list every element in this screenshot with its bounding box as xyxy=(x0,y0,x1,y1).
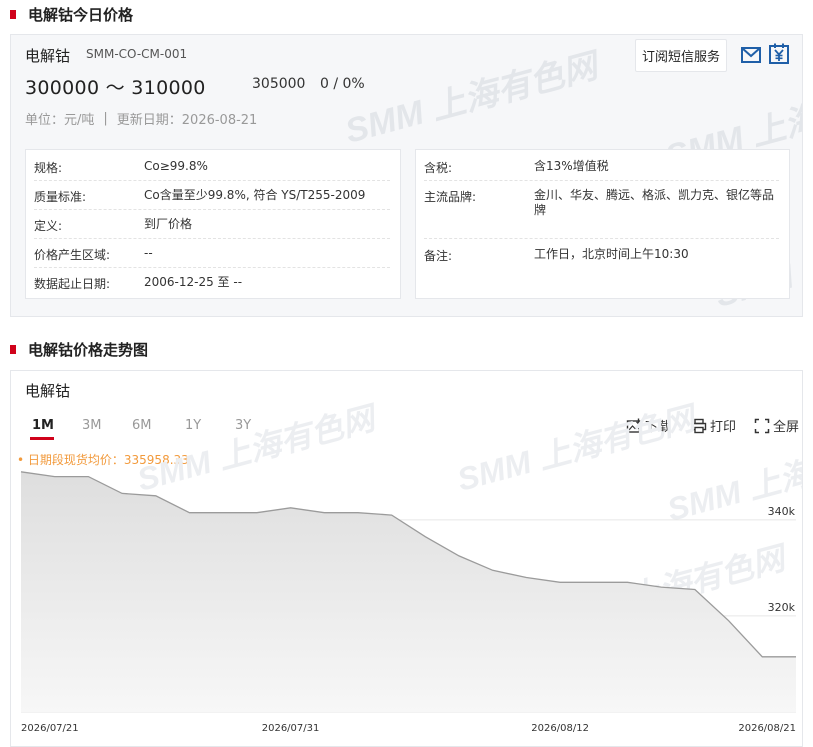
data-point xyxy=(323,511,325,513)
spec-value: 2006-12-25 至 -- xyxy=(144,275,243,289)
spec-key: 主流品牌: xyxy=(424,190,477,204)
data-point xyxy=(795,656,797,658)
row-divider xyxy=(34,238,390,239)
spec-value: Co含量至少99.8%, 符合 YS/T255-2009 xyxy=(144,188,366,202)
spec-box-left: 规格: Co≥99.8% 质量标准: Co含量至少99.8%, 符合 YS/T2… xyxy=(25,149,401,299)
row-divider xyxy=(34,209,390,210)
product-name: 电解钴 xyxy=(25,47,71,65)
spec-row: 主流品牌: 金川、华友、腾远、格派、凯力克、银亿等品牌 xyxy=(424,188,779,218)
data-point xyxy=(492,569,494,571)
price-panel: SMM 上海有色网 SMM 上海有色网 SMM 上海有色网 电解钴 SMM-CO… xyxy=(10,34,803,317)
spec-row: 价格产生区域: -- xyxy=(34,246,390,263)
subscribe-sms-label: 订阅短信服务 xyxy=(642,50,721,65)
product-code: SMM-CO-CM-001 xyxy=(86,47,188,61)
data-point xyxy=(87,475,89,477)
data-point xyxy=(694,588,696,590)
data-point xyxy=(256,511,258,513)
data-point xyxy=(525,576,527,578)
unit-label: 单位：元/吨 xyxy=(25,113,95,128)
spec-value: 含13%增值税 xyxy=(534,159,609,173)
data-point xyxy=(660,586,662,588)
data-point xyxy=(458,555,460,557)
average-price: 305000 xyxy=(252,76,306,92)
watermark: SMM 上海有色网 xyxy=(341,47,602,151)
spec-key: 价格产生区域: xyxy=(34,248,111,262)
data-point xyxy=(390,514,392,516)
data-point xyxy=(424,535,426,537)
row-divider xyxy=(424,238,779,239)
spec-key: 定义: xyxy=(34,219,63,233)
spec-row: 含税: 含13%增值税 xyxy=(424,159,779,176)
data-point xyxy=(727,620,729,622)
row-divider xyxy=(34,267,390,268)
data-point xyxy=(20,471,22,473)
price-range: 300000 ～ 310000 xyxy=(25,77,206,99)
spec-key: 含税: xyxy=(424,161,453,175)
meta-separator: | xyxy=(103,111,108,126)
section-title-trend: 电解钴价格走势图 xyxy=(10,336,148,362)
mail-icon[interactable] xyxy=(741,46,761,64)
x-tick-label: 2026/07/21 xyxy=(21,723,79,734)
price-tag-yen-icon[interactable] xyxy=(768,43,790,65)
data-point xyxy=(121,492,123,494)
data-point xyxy=(155,495,157,497)
meta-line: 单位：元/吨 | 更新日期：2026-08-21 xyxy=(25,109,257,128)
data-point xyxy=(289,507,291,509)
spec-key: 质量标准: xyxy=(34,190,87,204)
data-point xyxy=(559,581,561,583)
y-tick-label: 320k xyxy=(768,601,796,614)
data-point xyxy=(593,581,595,583)
title-marker xyxy=(10,9,16,19)
x-tick-label: 2026/08/21 xyxy=(738,723,796,734)
spec-value: Co≥99.8% xyxy=(144,159,208,173)
x-tick-label: 2026/07/31 xyxy=(262,723,320,734)
section-title-text: 电解钴价格走势图 xyxy=(28,340,149,359)
data-point xyxy=(626,581,628,583)
spec-row: 数据起止日期: 2006-12-25 至 -- xyxy=(34,275,390,292)
update-date: 更新日期：2026-08-21 xyxy=(116,113,258,128)
subscribe-sms-button[interactable]: 订阅短信服务 xyxy=(635,39,728,72)
spec-key: 规格: xyxy=(34,161,63,175)
spec-value: 工作日，北京时间上午10:30 xyxy=(534,247,689,261)
spec-key: 备注: xyxy=(424,249,453,263)
price-trend-chart: SMM 上海有色网SMM 上海有色网SMM 上海有色网SMM 上海有色网 300… xyxy=(20,399,802,734)
data-point xyxy=(222,511,224,513)
data-point xyxy=(53,475,55,477)
x-tick-label: 2026/08/12 xyxy=(531,723,589,734)
spec-key: 数据起止日期: xyxy=(34,277,111,291)
spec-box-right: 含税: 含13%增值税 主流品牌: 金川、华友、腾远、格派、凯力克、银亿等品牌 … xyxy=(415,149,790,299)
row-divider xyxy=(34,180,390,181)
data-point xyxy=(761,656,763,658)
chart-panel: 电解钴 1M 3M 6M 1Y 3Y 下载 打印 全屏 • 日期段现货均价：33… xyxy=(10,370,803,747)
section-title-today-price: 电解钴今日价格 xyxy=(10,1,133,27)
spec-row: 定义: 到厂价格 xyxy=(34,217,390,234)
data-point xyxy=(357,511,359,513)
spec-value: 到厂价格 xyxy=(144,217,193,231)
row-divider xyxy=(424,180,779,181)
section-title-text: 电解钴今日价格 xyxy=(28,5,134,24)
spec-row: 备注: 工作日，北京时间上午10:30 xyxy=(424,247,779,264)
chart-watermark: SMM 上海有色网 xyxy=(133,399,382,498)
chart-watermark: SMM 上海有色网 xyxy=(453,399,702,498)
data-point xyxy=(188,511,190,513)
spec-value: -- xyxy=(144,246,153,260)
spec-value: 金川、华友、腾远、格派、凯力克、银亿等品牌 xyxy=(534,188,775,217)
spec-row: 规格: Co≥99.8% xyxy=(34,159,390,176)
price-change: 0 / 0% xyxy=(320,76,365,92)
y-tick-label: 340k xyxy=(768,505,796,518)
title-marker xyxy=(10,344,16,354)
spec-row: 质量标准: Co含量至少99.8%, 符合 YS/T255-2009 xyxy=(34,188,390,205)
